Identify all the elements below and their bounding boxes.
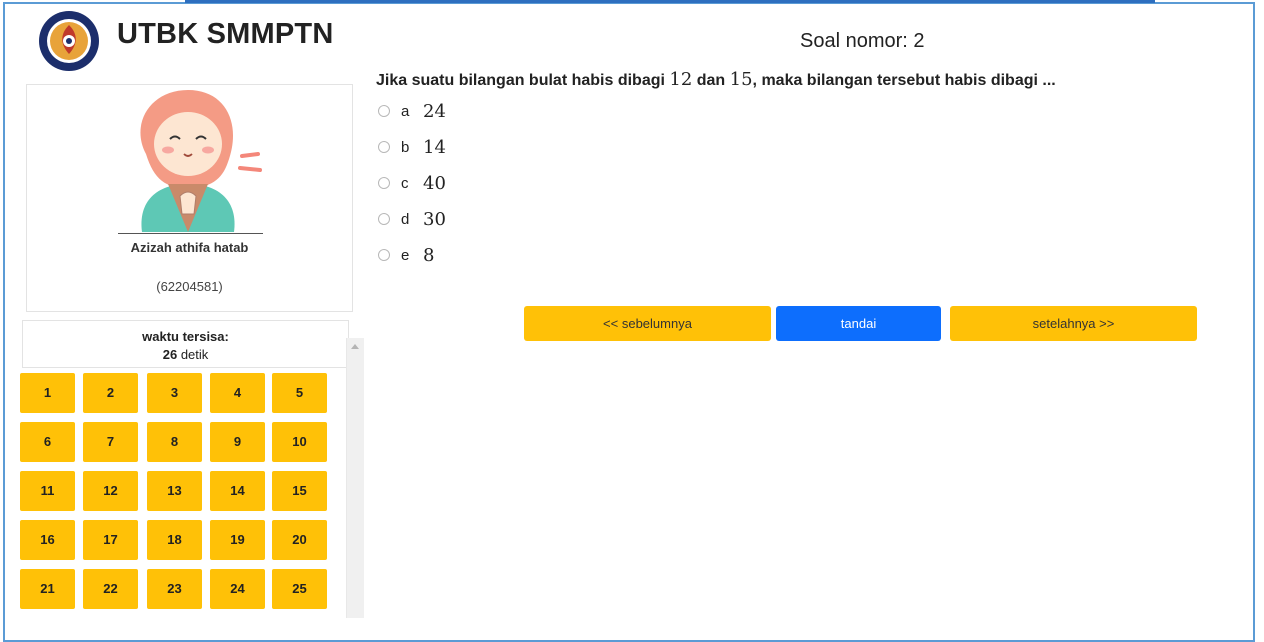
question-number-button[interactable]: 23	[147, 569, 202, 609]
option-value: 14	[423, 136, 446, 158]
user-id: (62204581)	[156, 279, 223, 294]
timer-label: waktu tersisa:	[142, 329, 229, 344]
question-number-button[interactable]: 21	[20, 569, 75, 609]
question-number-button[interactable]: 5	[272, 373, 327, 413]
question-number-button[interactable]: 6	[20, 422, 75, 462]
radio-a[interactable]	[378, 105, 390, 117]
question-number-1: 12	[669, 69, 693, 90]
question-number-button[interactable]: 3	[147, 373, 202, 413]
question-number-button[interactable]: 12	[83, 471, 138, 511]
question-text: Jika suatu bilangan bulat habis dibagi 1…	[376, 69, 1056, 90]
option-d[interactable]: d 30	[378, 207, 446, 231]
timer-seconds: 26	[162, 347, 178, 362]
option-letter: d	[401, 210, 410, 228]
option-letter: e	[401, 246, 410, 264]
option-letter: a	[401, 102, 410, 120]
timer-box: waktu tersisa: 26 detik	[22, 320, 349, 368]
university-logo	[39, 11, 99, 71]
avatar-divider	[118, 233, 263, 234]
app-title: UTBK SMMPTN	[117, 18, 334, 50]
option-e[interactable]: e 8	[378, 243, 434, 267]
question-number-button[interactable]: 2	[83, 373, 138, 413]
radio-d[interactable]	[378, 213, 390, 225]
option-value: 8	[423, 244, 435, 266]
question-number-button[interactable]: 16	[20, 520, 75, 560]
radio-b[interactable]	[378, 141, 390, 153]
next-button[interactable]: setelahnya >>	[950, 306, 1197, 341]
question-number-button[interactable]: 17	[83, 520, 138, 560]
question-text-part1: Jika suatu bilangan bulat habis dibagi	[376, 72, 670, 89]
user-name: Azizah athifa hatab	[130, 240, 249, 255]
timer-unit: detik	[180, 347, 209, 362]
question-number-button[interactable]: 25	[272, 569, 327, 609]
question-number-button[interactable]: 8	[147, 422, 202, 462]
option-value: 30	[423, 208, 446, 230]
option-c[interactable]: c 40	[378, 171, 446, 195]
option-letter: b	[401, 138, 410, 156]
question-number-button[interactable]: 10	[272, 422, 327, 462]
scroll-up-icon[interactable]	[351, 344, 359, 349]
option-b[interactable]: b 14	[378, 135, 446, 159]
mark-button[interactable]: tandai	[776, 306, 941, 341]
question-number-button[interactable]: 18	[147, 520, 202, 560]
question-number-button[interactable]: 20	[272, 520, 327, 560]
radio-e[interactable]	[378, 249, 390, 261]
radio-c[interactable]	[378, 177, 390, 189]
number-grid-scrollbar[interactable]	[346, 338, 364, 618]
question-number-button[interactable]: 11	[20, 471, 75, 511]
question-number-button[interactable]: 22	[83, 569, 138, 609]
question-title: Soal nomor: 2	[800, 30, 925, 52]
question-number-button[interactable]: 7	[83, 422, 138, 462]
question-number-button[interactable]: 13	[147, 471, 202, 511]
question-number-button[interactable]: 4	[210, 373, 265, 413]
question-number-2: 15	[729, 69, 753, 90]
question-number-button[interactable]: 24	[210, 569, 265, 609]
option-a[interactable]: a 24	[378, 99, 446, 123]
previous-button[interactable]: << sebelumnya	[524, 306, 771, 341]
timer-value-line: 26 detik	[23, 347, 348, 362]
option-value: 24	[423, 100, 446, 122]
option-letter: c	[401, 174, 409, 192]
question-number-button[interactable]: 19	[210, 520, 265, 560]
question-text-part3: , maka bilangan tersebut habis dibagi ..…	[752, 72, 1056, 89]
top-border-line	[185, 0, 1155, 3]
option-value: 40	[423, 172, 446, 194]
question-number-button[interactable]: 9	[210, 422, 265, 462]
question-number-button[interactable]: 1	[20, 373, 75, 413]
question-text-part2: dan	[692, 72, 730, 89]
question-number-button[interactable]: 15	[272, 471, 327, 511]
question-number-button[interactable]: 14	[210, 471, 265, 511]
avatar	[140, 90, 262, 232]
